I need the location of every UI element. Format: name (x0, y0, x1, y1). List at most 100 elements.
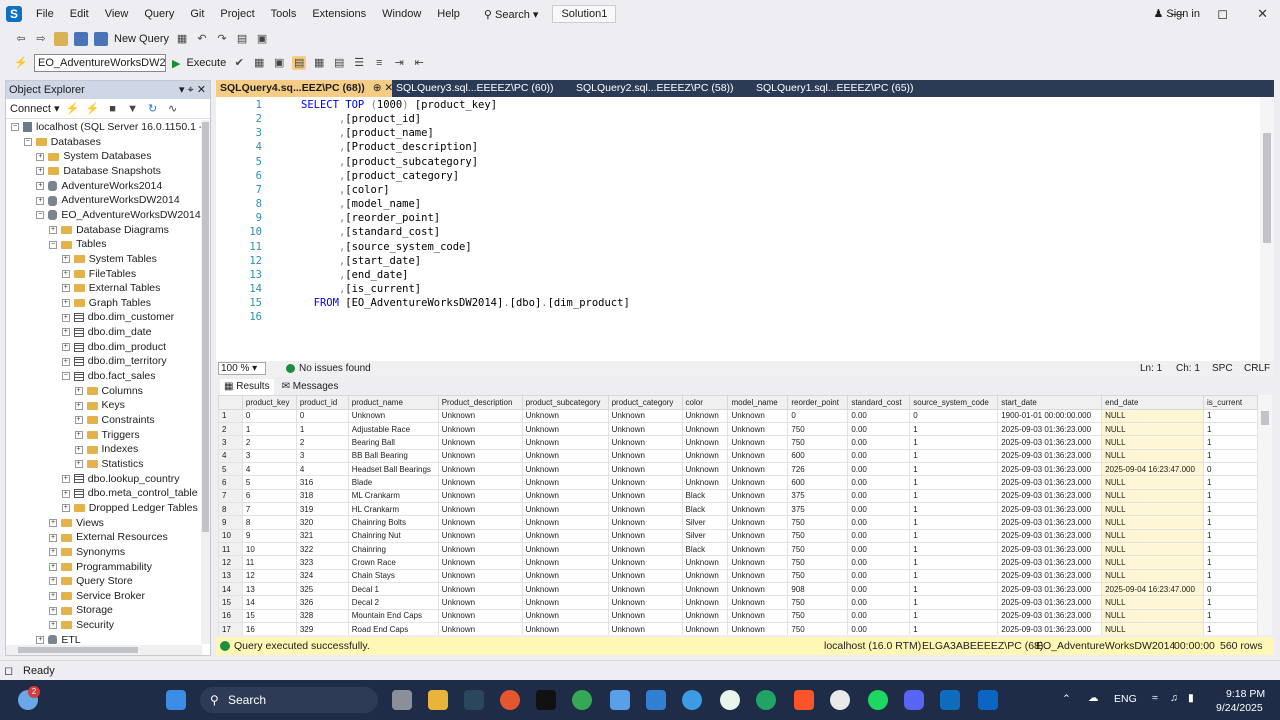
indent-icon[interactable]: ⇥ (392, 56, 406, 70)
table-cell[interactable]: Unknown (521, 528, 609, 543)
expand-icon[interactable]: + (74, 387, 83, 395)
tree-item[interactable]: + Database Diagrams (49, 223, 169, 238)
app-icon[interactable] (720, 690, 740, 710)
table-cell[interactable]: 14 (241, 595, 297, 610)
expand-icon[interactable]: + (49, 606, 58, 615)
table-cell[interactable]: Unknown (437, 595, 523, 610)
search-box[interactable]: ⚲ Search ▾ (478, 6, 545, 23)
table-cell[interactable]: 16 (241, 621, 297, 635)
table-cell[interactable]: Unknown (521, 488, 609, 503)
expand-icon[interactable]: + (36, 196, 45, 205)
table-cell[interactable]: Unknown (521, 408, 609, 423)
table-cell[interactable]: Black (681, 488, 729, 503)
table-cell[interactable]: 4 (295, 461, 349, 477)
table-cell[interactable]: 726 (787, 461, 849, 477)
table-cell[interactable]: 2025-09-03 01:36:23.000 (997, 421, 1103, 437)
table-cell[interactable]: Unknown (727, 435, 789, 450)
tab-query-4[interactable]: SQLQuery1.sql...EEEEZ\PC (65)) (752, 80, 932, 97)
table-cell[interactable]: 1 (1203, 541, 1258, 557)
table-cell[interactable]: 1 (909, 501, 999, 517)
collapse-icon[interactable]: − (11, 123, 19, 132)
tree-item[interactable]: + dbo.dim_product (61, 340, 166, 355)
row-number[interactable]: 6 (218, 475, 243, 490)
activity-icon[interactable]: ∿ (166, 102, 180, 116)
table-cell[interactable]: Unknown (727, 501, 789, 517)
code-line[interactable]: ,[source_system_code] (301, 241, 472, 253)
telegram-icon[interactable] (682, 690, 702, 710)
table-cell[interactable]: 11 (241, 555, 297, 570)
expand-icon[interactable]: + (61, 343, 70, 352)
table-cell[interactable]: 320 (295, 515, 349, 530)
tab-query-1[interactable]: SQLQuery4.sq...EEZ\PC (68)) ⊕ ✕ (216, 80, 393, 97)
column-header[interactable]: start_date (997, 395, 1103, 410)
table-cell[interactable]: 1 (909, 581, 999, 597)
tree-item[interactable]: + External Tables (61, 281, 160, 296)
table-cell[interactable]: Unknown (521, 621, 609, 635)
expand-icon[interactable]: + (49, 225, 58, 234)
tree-item[interactable]: + External Resources (49, 530, 168, 545)
expand-icon[interactable]: + (36, 152, 45, 161)
expand-icon[interactable]: + (74, 460, 83, 469)
table-cell[interactable]: 375 (787, 488, 849, 503)
table-cell[interactable]: Unknown (437, 555, 523, 570)
table-cell[interactable]: 1 (1203, 595, 1258, 610)
tree-item[interactable]: − EO_AdventureWorksDW2014 (36, 208, 201, 223)
table-cell[interactable]: Silver (681, 515, 729, 530)
table-cell[interactable]: 328 (295, 608, 349, 624)
table-cell[interactable]: 0.00 (847, 448, 911, 463)
expand-icon[interactable]: + (61, 474, 70, 483)
expand-icon[interactable]: + (74, 430, 83, 439)
tree-item[interactable]: + Constraints (74, 413, 155, 428)
table-cell[interactable]: 1 (909, 461, 999, 477)
expand-icon[interactable]: + (36, 636, 45, 644)
table-cell[interactable]: 10 (241, 541, 297, 557)
table-cell[interactable]: 0.00 (847, 608, 911, 624)
tree-item[interactable]: + dbo.lookup_country (61, 472, 179, 487)
table-cell[interactable]: Mountain End Caps (347, 608, 439, 624)
task-view-icon[interactable] (392, 690, 412, 710)
table-cell[interactable]: 0.00 (847, 461, 911, 477)
tree-item[interactable]: + Dropped Ledger Tables (61, 501, 198, 516)
column-header[interactable]: product_key (241, 395, 297, 410)
tree-item[interactable]: + System Tables (61, 252, 157, 267)
sql-editor[interactable]: 1 SELECT TOP (1000) [product_key] 2 ,[prod… (216, 97, 1274, 361)
steam-icon[interactable] (464, 690, 484, 710)
editor-vertical-scrollbar[interactable] (1260, 97, 1274, 361)
table-cell[interactable]: Unknown (681, 421, 729, 437)
table-cell[interactable]: 0 (1203, 461, 1258, 477)
table-cell[interactable]: Black (681, 541, 729, 557)
row-number[interactable]: 11 (218, 541, 243, 557)
results-to-text-icon[interactable]: ☰ (352, 56, 366, 70)
epic-games-icon[interactable] (536, 690, 556, 710)
table-cell[interactable]: Unknown (727, 421, 789, 437)
table-cell[interactable]: Unknown (521, 595, 609, 610)
table-cell[interactable]: 6 (241, 488, 297, 503)
table-cell[interactable]: NULL (1101, 421, 1205, 437)
forward-icon[interactable]: ⇨ (34, 32, 48, 46)
table-cell[interactable]: 1 (909, 555, 999, 570)
table-cell[interactable]: Unknown (521, 555, 609, 570)
menu-window[interactable]: Window (374, 0, 429, 28)
menu-view[interactable]: View (97, 0, 137, 28)
filter-icon[interactable]: ▼ (126, 102, 140, 116)
table-cell[interactable]: Unknown (727, 581, 789, 597)
table-cell[interactable]: 7 (241, 501, 297, 517)
table-cell[interactable]: 1 (909, 488, 999, 503)
table-cell[interactable]: 0.00 (847, 621, 911, 635)
expand-icon[interactable]: + (36, 167, 45, 176)
table-cell[interactable]: 2025-09-03 01:36:23.000 (997, 621, 1103, 635)
table-row[interactable]: 15 14 326 Decal 2 Unknown Unknown Unknown Unkno… (218, 595, 1258, 610)
stop-icon[interactable]: ■ (106, 102, 120, 116)
column-header[interactable]: is_current (1203, 395, 1258, 410)
table-cell[interactable]: Chainring Nut (347, 528, 439, 543)
table-cell[interactable]: 2025-09-03 01:36:23.000 (997, 595, 1103, 610)
tree-item[interactable]: + ETL (36, 633, 81, 644)
object-explorer-horizontal-scrollbar[interactable] (6, 645, 202, 655)
edge-icon[interactable] (756, 690, 776, 710)
tree-item[interactable]: + Storage (49, 603, 113, 618)
table-cell[interactable]: 3 (241, 448, 297, 463)
row-number[interactable]: 9 (218, 515, 243, 530)
table-cell[interactable]: 9 (241, 528, 297, 543)
table-cell[interactable]: Unknown (437, 435, 523, 450)
table-cell[interactable]: 1 (909, 421, 999, 437)
